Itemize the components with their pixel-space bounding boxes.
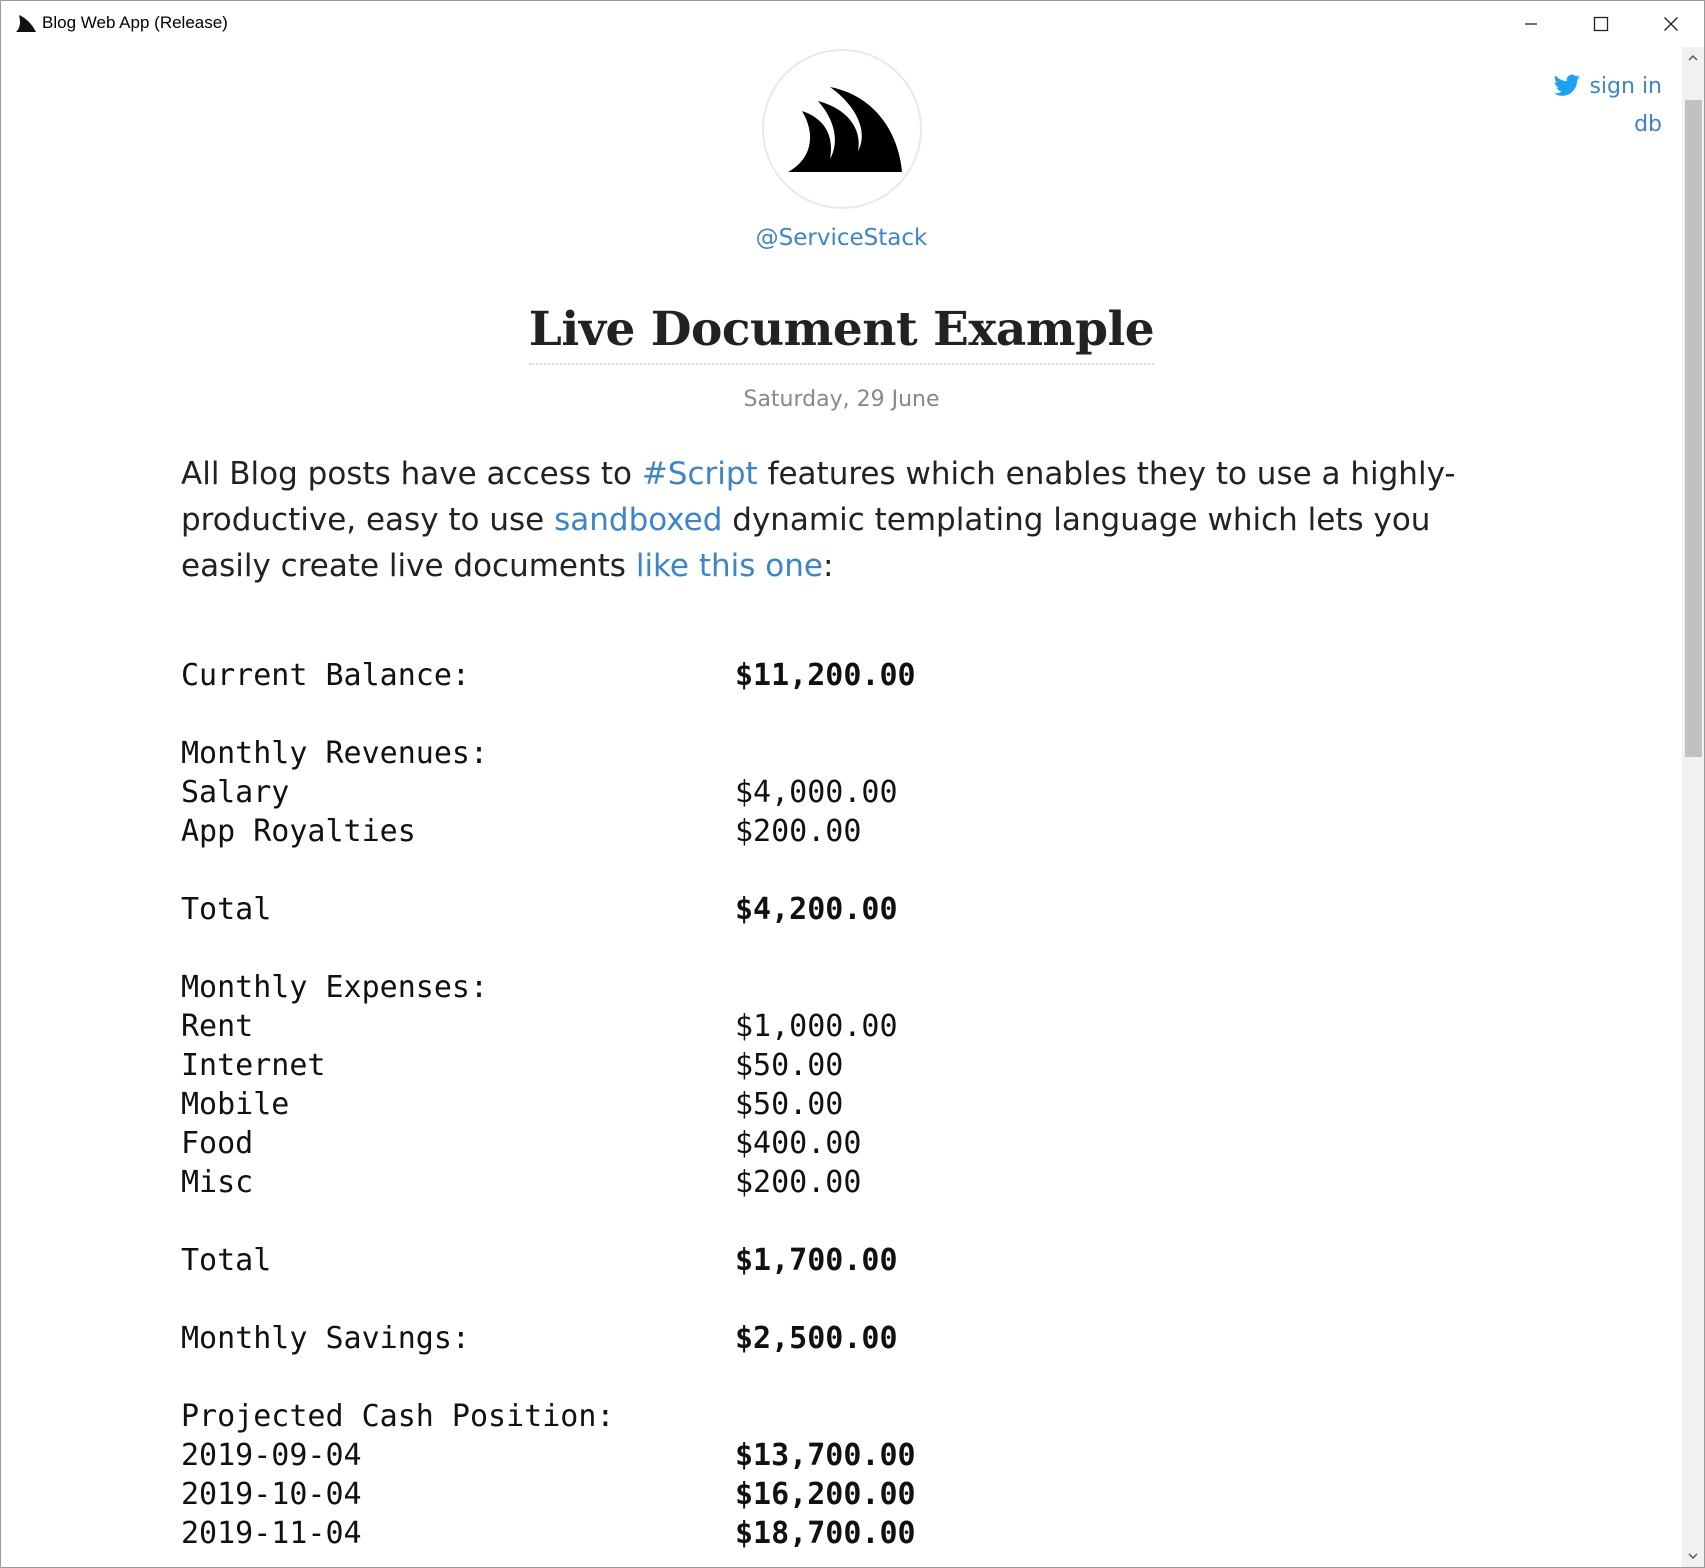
revenue-row: Salary $4,000.00: [181, 773, 898, 812]
revenue-amount: $200.00: [735, 814, 862, 849]
current-balance-value: $11,200.00: [735, 658, 916, 693]
savings-label: Monthly Savings:: [181, 1321, 470, 1356]
projection-amount: $13,700.00: [735, 1438, 916, 1473]
intro-paragraph: All Blog posts have access to #Script fe…: [181, 451, 1471, 589]
projection-date: 2019-09-04: [181, 1438, 362, 1473]
page-content: sign in db @ServiceStack Live Document E…: [1, 47, 1682, 1567]
expense-amount: $50.00: [735, 1087, 844, 1122]
expenses-label: Monthly Expenses:: [181, 970, 489, 1005]
revenue-amount: $4,000.00: [735, 775, 898, 810]
avatar[interactable]: [762, 49, 922, 209]
projection-date: 2019-11-04: [181, 1516, 362, 1551]
expenses-total-value: $1,700.00: [735, 1243, 898, 1278]
scroll-up-button[interactable]: [1682, 47, 1704, 69]
revenues-total-value: $4,200.00: [735, 892, 898, 927]
revenues-heading: Monthly Revenues:: [181, 734, 488, 773]
current-balance-label: Current Balance:: [181, 658, 470, 693]
expense-name: Mobile: [181, 1087, 290, 1122]
projection-row: 2019-09-04 $13,700.00: [181, 1436, 916, 1475]
sandboxed-link[interactable]: sandboxed: [554, 502, 722, 538]
projection-amount: $16,200.00: [735, 1477, 916, 1512]
savings-row: Monthly Savings: $2,500.00: [181, 1319, 898, 1358]
intro-text-4: :: [822, 548, 834, 584]
app-window: Blog Web App (Release) sign in db @Servi…: [0, 0, 1705, 1568]
revenues-total-row: Total $4,200.00: [181, 890, 898, 929]
expense-amount: $50.00: [735, 1048, 844, 1083]
title-bar: Blog Web App (Release): [1, 1, 1704, 47]
twitter-bird-icon[interactable]: [1553, 74, 1581, 98]
expense-row: Mobile $50.00: [181, 1085, 843, 1124]
revenues-label: Monthly Revenues:: [181, 736, 489, 771]
revenue-row: App Royalties $200.00: [181, 812, 861, 851]
expense-amount: $1,000.00: [735, 1009, 898, 1044]
current-balance-row: Current Balance: $11,200.00: [181, 656, 916, 695]
expense-row: Food $400.00: [181, 1124, 861, 1163]
expense-name: Internet: [181, 1048, 326, 1083]
servicestack-avatar-icon: [788, 87, 902, 172]
revenue-name: App Royalties: [181, 814, 416, 849]
projection-date: 2019-10-04: [181, 1477, 362, 1512]
minimize-icon: [1525, 23, 1537, 25]
expense-name: Food: [181, 1126, 254, 1161]
post-title: Live Document Example: [528, 302, 1155, 365]
scroll-down-arrow-icon: [1688, 1553, 1698, 1559]
sign-in-row: sign in: [1553, 67, 1662, 105]
script-link[interactable]: #Script: [642, 456, 758, 492]
close-icon: [1664, 17, 1678, 31]
projection-row: 2019-11-04 $18,700.00: [181, 1514, 916, 1553]
projection-label: Projected Cash Position:: [181, 1399, 615, 1434]
expenses-total-row: Total $1,700.00: [181, 1241, 898, 1280]
profile-handle[interactable]: @ServiceStack: [1, 225, 1682, 251]
expense-row: Internet $50.00: [181, 1046, 843, 1085]
expense-row: Misc $200.00: [181, 1163, 861, 1202]
savings-value: $2,500.00: [735, 1321, 898, 1356]
expenses-heading: Monthly Expenses:: [181, 968, 488, 1007]
vertical-scrollbar[interactable]: [1682, 47, 1704, 1567]
top-nav: sign in db: [1553, 67, 1662, 143]
like-this-one-link[interactable]: like this one: [636, 548, 823, 584]
projection-row: 2019-10-04 $16,200.00: [181, 1475, 916, 1514]
expense-amount: $200.00: [735, 1165, 862, 1200]
revenue-name: Salary: [181, 775, 290, 810]
projection-amount: $18,700.00: [735, 1516, 916, 1551]
post-date: Saturday, 29 June: [743, 387, 940, 412]
expense-row: Rent $1,000.00: [181, 1007, 898, 1046]
intro-text-1: All Blog posts have access to: [181, 456, 642, 492]
minimize-button[interactable]: [1496, 1, 1566, 47]
maximize-button[interactable]: [1566, 1, 1636, 47]
window-title: Blog Web App (Release): [42, 13, 228, 32]
db-row: db: [1553, 105, 1662, 143]
sign-in-link[interactable]: sign in: [1589, 74, 1662, 99]
projection-heading: Projected Cash Position:: [181, 1397, 614, 1436]
close-button[interactable]: [1636, 1, 1704, 47]
post-title-wrap: Live Document Example: [1, 302, 1682, 365]
maximize-icon: [1593, 16, 1609, 32]
scroll-down-button[interactable]: [1682, 1545, 1704, 1567]
expenses-total-label: Total: [181, 1243, 272, 1278]
ledger: Current Balance: $11,200.00 Monthly Reve…: [181, 656, 916, 1553]
scroll-thumb[interactable]: [1685, 100, 1702, 757]
revenues-total-label: Total: [181, 892, 272, 927]
expense-amount: $400.00: [735, 1126, 862, 1161]
db-link[interactable]: db: [1634, 112, 1662, 137]
scroll-up-arrow-icon: [1688, 55, 1698, 61]
expense-name: Misc: [181, 1165, 254, 1200]
expense-name: Rent: [181, 1009, 254, 1044]
servicestack-logo-icon: [16, 15, 36, 32]
